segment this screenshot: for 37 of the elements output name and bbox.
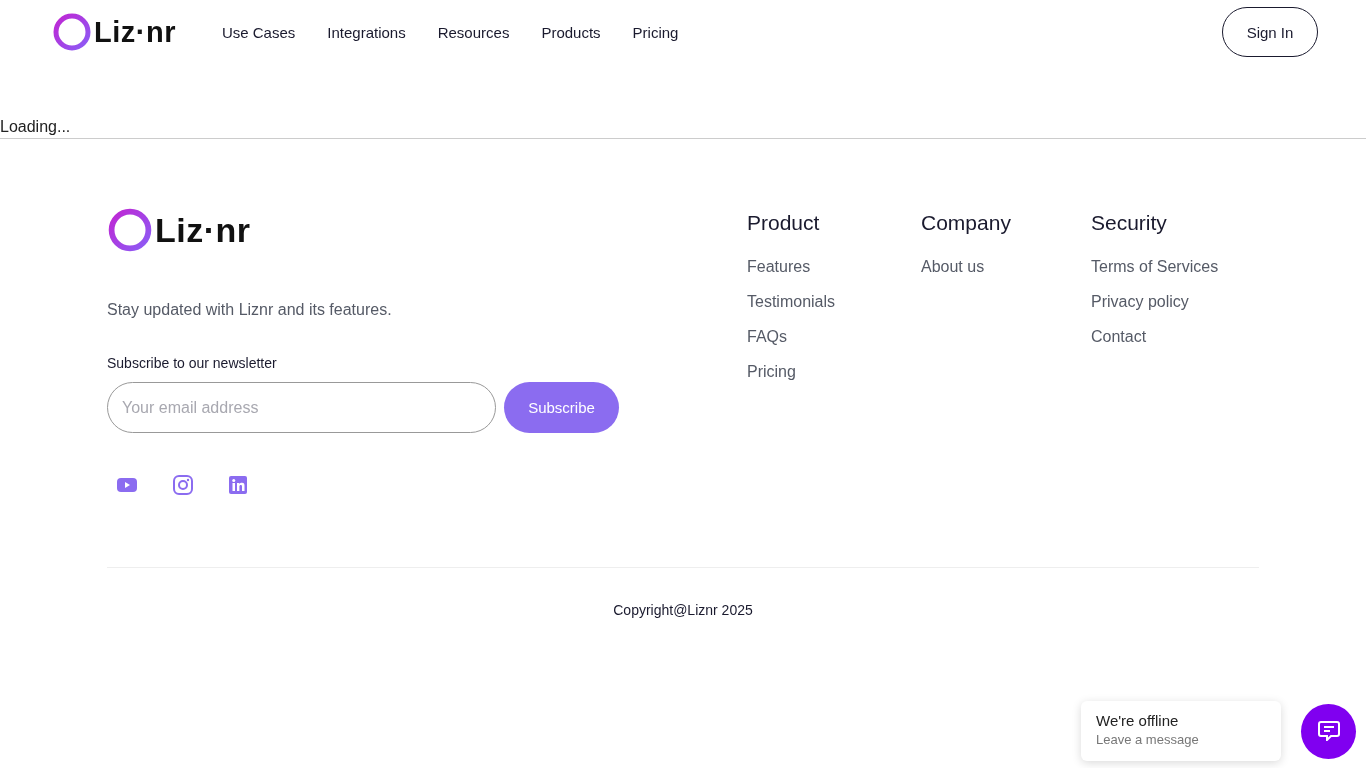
- loading-text: Loading...: [0, 118, 71, 135]
- play-icon[interactable]: [117, 477, 137, 493]
- copyright-text: Copyright@Liznr 2025: [613, 602, 753, 618]
- logo-text: Liz·nr: [155, 210, 251, 250]
- logo[interactable]: Liz·nr: [107, 207, 251, 253]
- ring-logo-icon: [52, 12, 92, 52]
- tagline-text: Stay updated with Liznr and its features.: [107, 301, 393, 319]
- sign-in-button[interactable]: Sign In: [1222, 7, 1318, 57]
- chat-bubble[interactable]: We're offline Leave a message: [1081, 701, 1281, 761]
- chat-subtitle: Leave a message: [1096, 732, 1200, 747]
- chat-icon: [1317, 721, 1340, 741]
- column-heading: Company: [921, 211, 1011, 235]
- footer-link[interactable]: Privacy policy: [1091, 293, 1189, 311]
- nav-link[interactable]: Products: [541, 23, 601, 41]
- subscribe-button[interactable]: Subscribe: [504, 382, 619, 433]
- footer-link[interactable]: Features: [747, 258, 811, 276]
- column-heading: Product: [747, 211, 820, 235]
- nav-link[interactable]: Resources: [437, 23, 510, 41]
- camera-icon[interactable]: [173, 475, 193, 495]
- column-heading: Security: [1091, 211, 1167, 235]
- nav-link[interactable]: Pricing: [632, 23, 679, 41]
- email-field[interactable]: Your email address: [107, 382, 496, 433]
- footer-link[interactable]: About us: [921, 258, 985, 276]
- footer-link[interactable]: Testimonials: [747, 293, 836, 311]
- footer-link[interactable]: Pricing: [747, 363, 796, 381]
- nav-link[interactable]: Use Cases: [221, 23, 296, 41]
- footer-link[interactable]: Terms of Services: [1091, 258, 1219, 276]
- logo[interactable]: Liz·nr: [52, 12, 176, 52]
- in-icon[interactable]: [229, 476, 247, 494]
- chat-title: We're offline: [1096, 712, 1180, 729]
- newsletter-label: Subscribe to our newsletter: [107, 355, 278, 371]
- footer-link[interactable]: Contact: [1091, 328, 1147, 346]
- logo-text: Liz·nr: [94, 15, 176, 49]
- ring-logo-icon: [107, 207, 153, 253]
- chat-button[interactable]: [1301, 703, 1356, 759]
- nav-link[interactable]: Integrations: [327, 23, 406, 41]
- footer-link[interactable]: FAQs: [747, 328, 787, 346]
